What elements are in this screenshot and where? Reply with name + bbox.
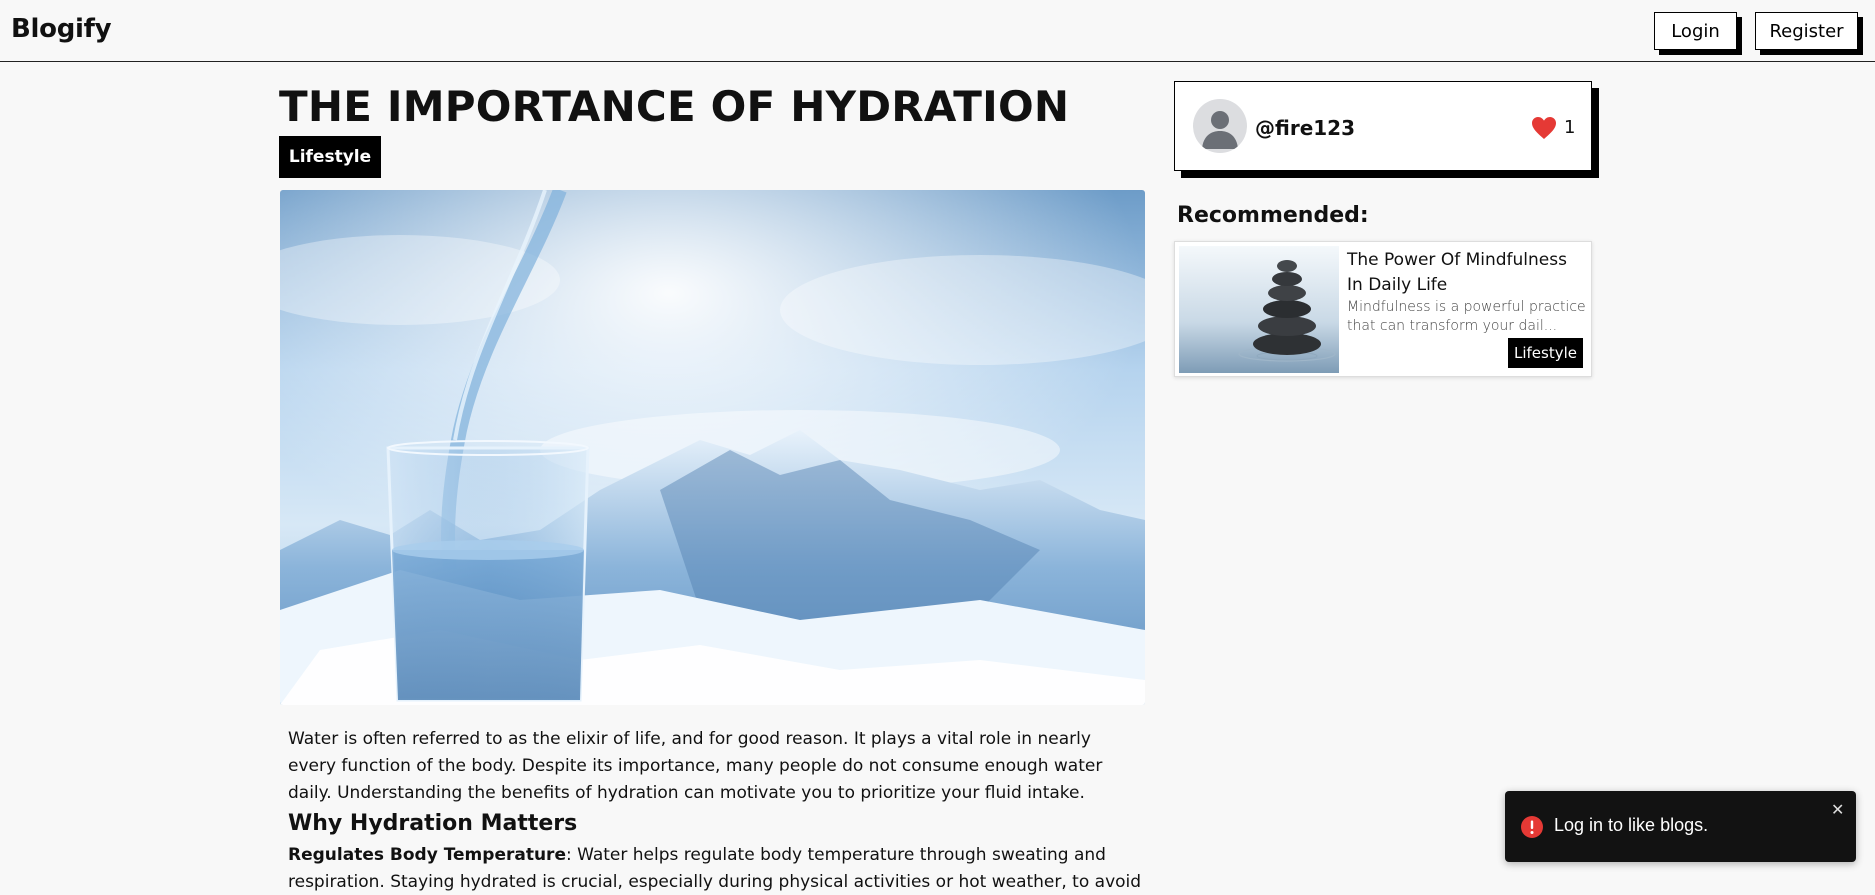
brand-logo[interactable]: Blogify — [11, 14, 112, 44]
top-navbar: Blogify Login Register — [0, 0, 1875, 62]
toast-message: Log in to like blogs. — [1554, 815, 1709, 835]
section-heading: Why Hydration Matters — [288, 811, 578, 836]
error-icon — [1520, 815, 1544, 839]
author-username[interactable]: @fire123 — [1255, 116, 1355, 140]
article-intro: Water is often referred to as the elixir… — [288, 729, 1103, 803]
recommended-heading: Recommended: — [1177, 203, 1369, 228]
login-button[interactable]: Login — [1654, 12, 1737, 50]
recommended-title[interactable]: The Power Of Mindfulness In Daily Life — [1347, 248, 1587, 298]
author-card: @fire123 1 — [1174, 81, 1592, 171]
recommended-thumbnail[interactable] — [1179, 246, 1339, 373]
close-icon[interactable]: ✕ — [1831, 800, 1844, 819]
article-paragraph: Regulates Body Temperature: Water helps … — [288, 842, 1143, 895]
user-avatar-icon[interactable] — [1193, 99, 1247, 153]
toast-notification: Log in to like blogs. ✕ — [1505, 791, 1856, 862]
register-button[interactable]: Register — [1755, 12, 1858, 50]
point-label: Regulates Body Temperature — [288, 845, 566, 865]
article-title: THE IMPORTANCE OF HYDRATION — [279, 82, 1070, 131]
hero-image — [280, 190, 1145, 705]
heart-icon[interactable] — [1531, 116, 1557, 140]
recommended-excerpt: Mindfulness is a powerful practice that … — [1347, 299, 1586, 334]
recommended-card[interactable]: The Power Of Mindfulness In Daily Life M… — [1174, 241, 1592, 377]
like-count: 1 — [1564, 117, 1576, 138]
recommended-category-badge[interactable]: Lifestyle — [1508, 338, 1583, 368]
category-badge[interactable]: Lifestyle — [279, 136, 381, 178]
